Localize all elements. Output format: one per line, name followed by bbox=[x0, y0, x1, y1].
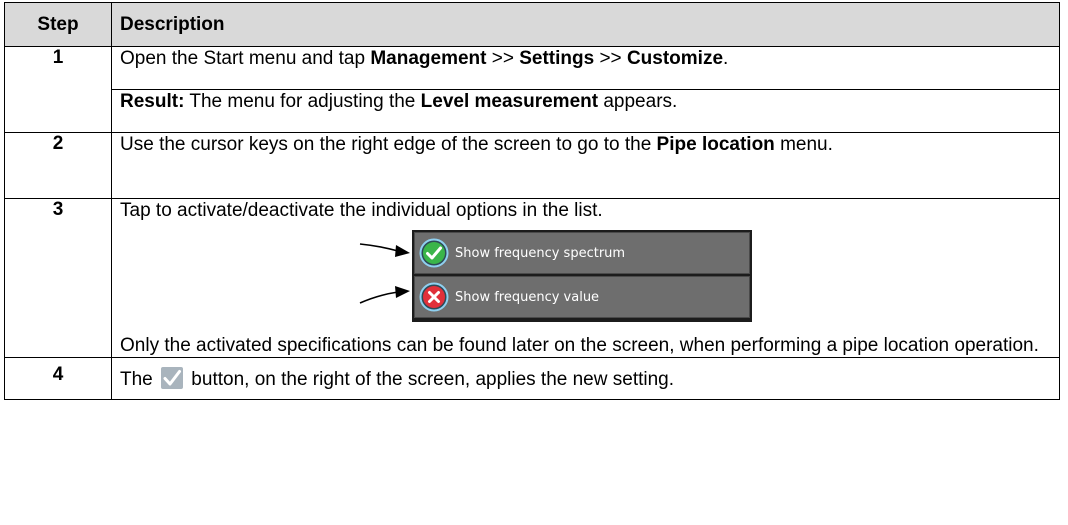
table-row: 3 Tap to activate/deactivate the individ… bbox=[4, 198, 1060, 358]
arrow-icon bbox=[359, 286, 410, 304]
option-label: Show frequency value bbox=[455, 289, 600, 305]
step-number: 1 bbox=[4, 46, 112, 133]
checkmark-button-icon bbox=[161, 367, 184, 389]
red-x-icon bbox=[419, 282, 449, 312]
step-result: Result: The menu for adjusting the Level… bbox=[111, 89, 1060, 133]
options-screenshot: Show frequency spectrum Show frequency v… bbox=[120, 230, 1051, 326]
step-description: Use the cursor keys on the right edge of… bbox=[111, 132, 1060, 199]
table-row: 4 The button, on the right of the screen… bbox=[4, 357, 1060, 400]
step-description: Tap to activate/deactivate the individua… bbox=[111, 198, 1060, 358]
step-note: Only the activated specifications can be… bbox=[120, 335, 1039, 356]
step-description: The button, on the right of the screen, … bbox=[111, 357, 1060, 400]
step-number: 4 bbox=[4, 357, 112, 400]
step-number: 2 bbox=[4, 132, 112, 199]
option-item-show-frequency-value[interactable]: Show frequency value bbox=[414, 276, 750, 318]
table-row: Result: The menu for adjusting the Level… bbox=[5, 89, 1060, 133]
arrow-icon bbox=[359, 243, 410, 257]
step-text: Tap to activate/deactivate the individua… bbox=[120, 200, 603, 221]
option-item-show-frequency-spectrum[interactable]: Show frequency spectrum bbox=[414, 232, 750, 274]
step-column-header: Step bbox=[4, 2, 112, 47]
step-description: Open the Start menu and tap Management >… bbox=[111, 46, 1060, 90]
table-row: 2 Use the cursor keys on the right edge … bbox=[4, 132, 1060, 199]
table-row: 1 Open the Start menu and tap Management… bbox=[4, 46, 1060, 133]
option-label: Show frequency spectrum bbox=[455, 245, 626, 261]
green-check-icon bbox=[419, 238, 449, 268]
header-row: Step Description bbox=[4, 2, 1060, 47]
instruction-table: Step Description 1 Open the Start menu a… bbox=[4, 2, 1060, 400]
step-number: 3 bbox=[4, 198, 112, 358]
description-column-header: Description bbox=[111, 2, 1060, 47]
option-list: Show frequency spectrum Show frequency v… bbox=[412, 230, 752, 322]
